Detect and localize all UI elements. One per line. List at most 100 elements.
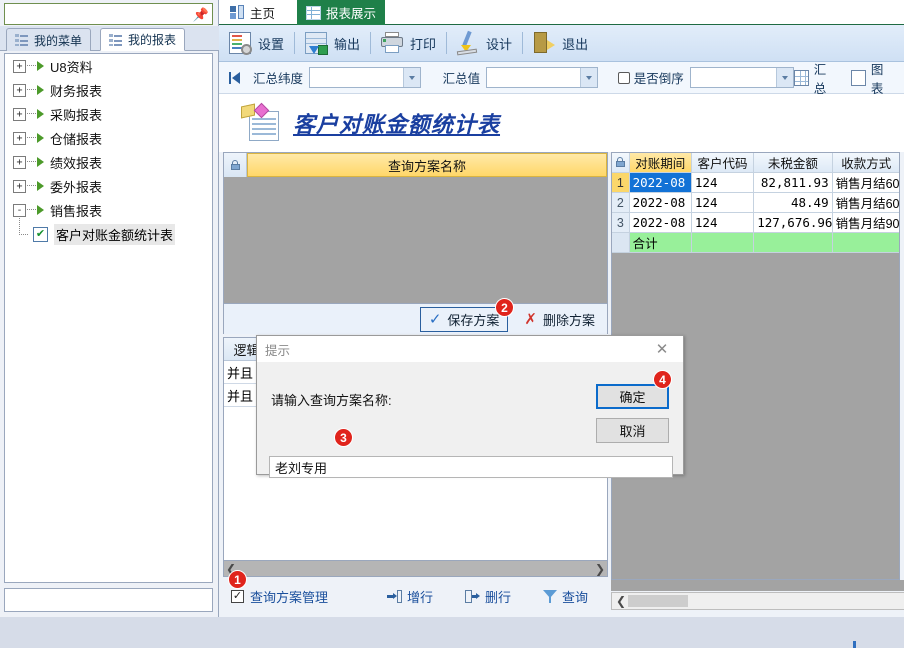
reverse-order-checkbox[interactable] <box>618 72 630 84</box>
tab-home[interactable]: 主页 <box>221 0 284 25</box>
condition-grid-hscrollbar[interactable]: ❮ ❯ <box>223 560 608 577</box>
table-row[interactable]: 1 2022-08 124 82,811.93 销售月结60天 <box>612 173 900 193</box>
pin-icon[interactable]: 📌 <box>193 6 209 22</box>
tab-my-reports[interactable]: 我的报表 <box>100 28 185 51</box>
cell-payment-method[interactable]: 销售月结60天 <box>832 173 900 193</box>
column-header-customer-code[interactable]: 客户代码 <box>691 153 753 173</box>
tree-node-finance[interactable]: + 财务报表 <box>5 78 212 102</box>
cell-untaxed-amount[interactable]: 48.49 <box>754 193 832 213</box>
value-select[interactable] <box>486 67 598 88</box>
collapse-icon[interactable]: - <box>13 204 26 217</box>
reverse-order-label: 是否倒序 <box>634 68 684 87</box>
query-scheme-grid[interactable]: 查询方案名称 <box>223 152 608 304</box>
row-index-cell[interactable]: 3 <box>612 213 629 233</box>
first-record-icon[interactable] <box>227 70 243 86</box>
step-badge-4: 4 <box>653 370 672 389</box>
scroll-right-icon[interactable]: ❯ <box>595 563 605 575</box>
cell-customer-code[interactable]: 124 <box>691 173 753 193</box>
exit-label: 退出 <box>562 34 588 53</box>
data-grid-hscrollbar[interactable]: ❮ ❯ <box>611 592 904 610</box>
summary-label: 汇总 <box>814 59 837 97</box>
chevron-down-icon[interactable] <box>776 68 793 87</box>
cell-untaxed-amount[interactable]: 82,811.93 <box>754 173 832 193</box>
delete-row-label: 删行 <box>485 587 511 606</box>
delete-row-button[interactable]: 删行 <box>465 587 511 606</box>
report-grid-icon <box>306 6 321 20</box>
tree-node-purchase[interactable]: + 采购报表 <box>5 102 212 126</box>
expander-icon[interactable]: + <box>13 108 26 121</box>
expander-icon[interactable]: + <box>13 132 26 145</box>
dialog-cancel-label: 取消 <box>619 421 645 440</box>
scheme-name-input[interactable]: 老刘专用 <box>269 456 673 478</box>
tab-report-display-label: 报表展示 <box>326 3 376 22</box>
cell-period[interactable]: 2022-08 <box>629 213 691 233</box>
tab-my-menu[interactable]: 我的菜单 <box>6 28 91 51</box>
scheme-management-label[interactable]: 查询方案管理 <box>250 587 328 606</box>
tree-node-label: 财务报表 <box>50 81 102 100</box>
lock-icon <box>231 160 240 170</box>
delete-row-icon <box>465 590 480 603</box>
table-row[interactable]: 2 2022-08 124 48.49 销售月结60天 <box>612 193 900 213</box>
chevron-down-icon[interactable] <box>403 68 420 87</box>
total-row-index <box>612 233 629 253</box>
export-button[interactable]: 输出 <box>295 25 370 62</box>
summary-icon <box>794 70 809 86</box>
tree-node-outsourcing[interactable]: + 委外报表 <box>5 174 212 198</box>
tree-node-warehouse[interactable]: + 仓储报表 <box>5 126 212 150</box>
row-index-cell[interactable]: 2 <box>612 193 629 213</box>
tree-list-icon <box>15 34 29 46</box>
tree-node-performance[interactable]: + 绩效报表 <box>5 150 212 174</box>
panel-search-bar[interactable]: 📌 <box>4 3 213 25</box>
tree-node-u8[interactable]: + U8资料 <box>5 54 212 78</box>
chart-button[interactable]: 图表 <box>851 59 894 97</box>
design-button[interactable]: 设计 <box>447 25 522 62</box>
dialog-prompt-text: 请输入查询方案名称: <box>271 390 392 409</box>
query-scheme-grid-body[interactable] <box>224 177 607 303</box>
x-icon: ✗ <box>524 312 537 327</box>
row-index-cell[interactable]: 1 <box>612 173 629 193</box>
cell-untaxed-amount[interactable]: 127,676.96 <box>754 213 832 233</box>
settings-button[interactable]: 设置 <box>219 25 294 62</box>
table-row[interactable]: 3 2022-08 124 127,676.96 销售月结90天 <box>612 213 900 233</box>
scrollbar-thumb[interactable] <box>628 595 688 607</box>
tree-node-sales[interactable]: - 销售报表 <box>5 198 212 222</box>
column-header-period[interactable]: 对账期间 <box>629 153 691 173</box>
tree-leaf-customer-reconciliation[interactable]: ✔ 客户对账金额统计表 <box>5 222 212 246</box>
tab-report-display[interactable]: 报表展示 <box>297 0 385 25</box>
bottom-action-bar: ✓ 查询方案管理 增行 删行 查询 <box>223 580 608 613</box>
scheme-management-checkbox[interactable]: ✓ <box>231 590 244 603</box>
total-cell <box>754 233 832 253</box>
cell-customer-code[interactable]: 124 <box>691 193 753 213</box>
column-header-payment-method[interactable]: 收款方式 <box>832 153 900 173</box>
dimension-select[interactable] <box>309 67 421 88</box>
tree-node-label: 销售报表 <box>50 201 102 220</box>
add-row-button[interactable]: 增行 <box>387 587 433 606</box>
delete-scheme-button[interactable]: ✗ 删除方案 <box>524 310 595 329</box>
column-header-untaxed-amount[interactable]: 未税金额 <box>754 153 832 173</box>
cell-customer-code[interactable]: 124 <box>691 213 753 233</box>
dialog-body: 请输入查询方案名称: 确定 取消 老刘专用 <box>257 362 683 475</box>
summary-toolbar: 汇总纬度 汇总值 是否倒序 汇总 <box>219 62 904 94</box>
expander-icon[interactable]: + <box>13 156 26 169</box>
dialog-title-bar: 提示 ✕ <box>257 336 683 362</box>
cell-period[interactable]: 2022-08 <box>629 173 691 193</box>
expander-icon[interactable]: + <box>13 180 26 193</box>
print-button[interactable]: 打印 <box>371 25 446 62</box>
summary-button[interactable]: 汇总 <box>794 59 837 97</box>
expander-icon[interactable]: + <box>13 60 26 73</box>
close-icon[interactable]: ✕ <box>641 336 683 362</box>
dialog-cancel-button[interactable]: 取消 <box>596 418 669 443</box>
expander-icon[interactable]: + <box>13 84 26 97</box>
cell-payment-method[interactable]: 销售月结90天 <box>832 213 900 233</box>
tree-node-label: 仓储报表 <box>50 129 102 148</box>
cell-payment-method[interactable]: 销售月结60天 <box>832 193 900 213</box>
cell-period[interactable]: 2022-08 <box>629 193 691 213</box>
checkbox-icon[interactable]: ✔ <box>33 227 48 242</box>
row-index-header <box>612 153 629 173</box>
reverse-order-select[interactable] <box>690 67 794 88</box>
query-button[interactable]: 查询 <box>543 587 588 606</box>
chevron-down-icon[interactable] <box>580 68 597 87</box>
exit-button[interactable]: 退出 <box>523 25 598 62</box>
folder-arrow-icon <box>37 109 44 119</box>
add-row-icon <box>387 590 402 603</box>
